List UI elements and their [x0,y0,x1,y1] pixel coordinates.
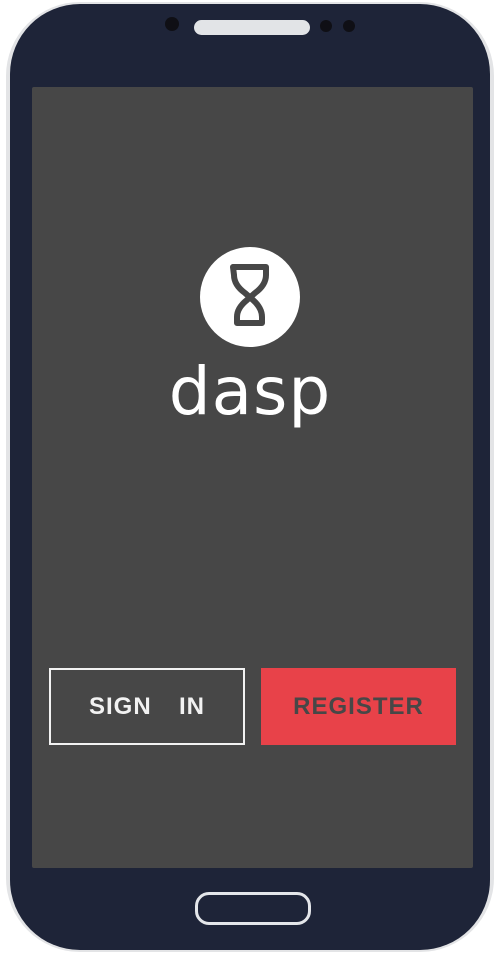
light-sensor-icon [343,20,355,32]
sign-in-button[interactable]: SIGN IN [49,668,245,745]
hourglass-icon [230,264,269,326]
register-button[interactable]: REGISTER [261,668,456,745]
app-screen [32,87,473,868]
app-logo [200,247,300,347]
register-label: REGISTER [293,692,424,720]
home-button[interactable] [195,892,311,925]
front-camera-icon [165,17,179,31]
brand-name: dasp [168,353,332,430]
earpiece-speaker [194,20,310,35]
sign-in-label: SIGN IN [88,692,205,720]
proximity-sensor-icon [320,20,332,32]
